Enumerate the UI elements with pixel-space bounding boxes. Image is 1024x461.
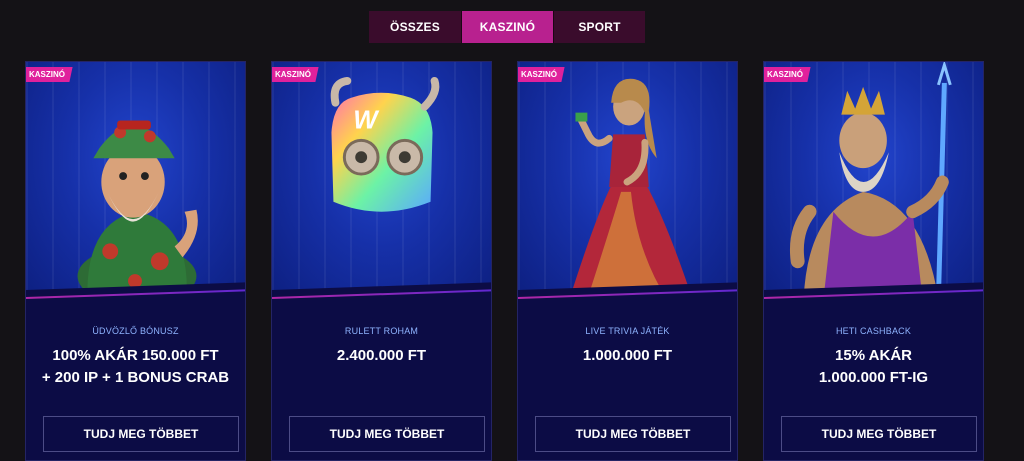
promo-offer-line1: 1.000.000 FT (582, 347, 673, 364)
promo-art-woman (518, 62, 737, 300)
promo-card[interactable]: KASZINÓ ÜDVÖZLŐ BÓNUSZ 100% AKÁR 150.000… (25, 61, 246, 461)
zeus-character-image (790, 62, 952, 299)
learn-more-button[interactable]: TUDJ MEG TÖBBET (781, 416, 977, 452)
promo-card[interactable]: KASZINÓ HETI CASHBACK 15% AKÁR 1.000.000… (763, 61, 984, 461)
promo-offer-line2: + 200 IP + 1 BONUS CRAB (41, 369, 230, 386)
tab-kaszino[interactable]: KASZINÓ (461, 11, 553, 43)
tab-sport[interactable]: SPORT (553, 11, 645, 43)
casino-badge: KASZINÓ (26, 67, 73, 82)
promo-subtitle: RULETT ROHAM (344, 326, 419, 336)
promo-subtitle: HETI CASHBACK (835, 326, 912, 336)
woman-in-dress-image (569, 78, 693, 299)
casino-badge: KASZINÓ (764, 67, 811, 82)
learn-more-button[interactable]: TUDJ MEG TÖBBET (43, 416, 239, 452)
promo-offer: 1.000.000 FT (518, 345, 737, 367)
promo-card[interactable]: KASZINÓ LIVE TRIVIA JÁTÉK 1.000.000 FT T… (517, 61, 738, 461)
learn-more-button[interactable]: TUDJ MEG TÖBBET (535, 416, 731, 452)
category-tabs: ÖSSZES KASZINÓ SPORT (369, 11, 645, 43)
promo-offer-line2: 1.000.000 FT-IG (818, 369, 929, 386)
tab-osszes[interactable]: ÖSSZES (369, 11, 461, 43)
promo-offer-line1: 15% AKÁR (835, 347, 912, 364)
svg-text:W: W (353, 106, 380, 134)
promo-art-mask: W (272, 62, 491, 300)
promo-offer: 100% AKÁR 150.000 FT + 200 IP + 1 BONUS … (26, 345, 245, 389)
promo-offer-line1: 2.400.000 FT (336, 347, 427, 364)
learn-more-button[interactable]: TUDJ MEG TÖBBET (289, 416, 485, 452)
promo-subtitle: ÜDVÖZLŐ BÓNUSZ (92, 326, 179, 336)
mask-helmet-image: W (330, 76, 440, 212)
promo-art-gonzo (26, 62, 245, 300)
promo-offer: 2.400.000 FT (272, 345, 491, 367)
promo-art-zeus (764, 62, 983, 300)
promo-subtitle: LIVE TRIVIA JÁTÉK (585, 326, 670, 336)
casino-badge: KASZINÓ (518, 67, 565, 82)
gonzo-character-image (77, 120, 198, 300)
promo-card[interactable]: W KASZINÓ RULETT ROHAM 2.400.000 FT TUDJ… (271, 61, 492, 461)
promo-offer-line1: 100% AKÁR 150.000 FT (52, 347, 219, 364)
promo-offer: 15% AKÁR 1.000.000 FT-IG (764, 345, 983, 389)
casino-badge: KASZINÓ (272, 67, 319, 82)
promo-cards: KASZINÓ ÜDVÖZLŐ BÓNUSZ 100% AKÁR 150.000… (25, 61, 984, 461)
